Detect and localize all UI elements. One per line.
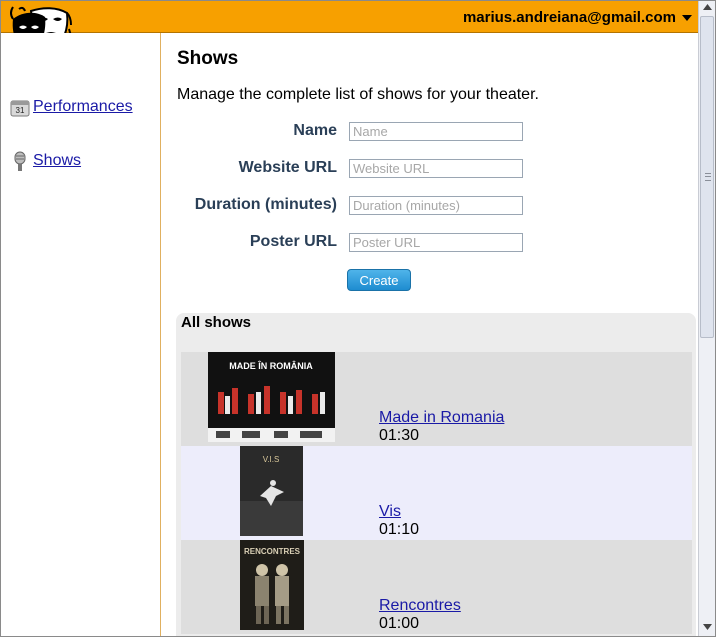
- scrollbar-thumb[interactable]: [700, 16, 714, 338]
- show-name-link[interactable]: Vis: [379, 503, 401, 521]
- show-duration: 01:30: [379, 427, 420, 444]
- sidebar-item-label[interactable]: Shows: [33, 152, 81, 170]
- sidebar: 31 Performances Shows: [1, 33, 161, 636]
- sidebar-item-performances[interactable]: 31 Performances: [10, 97, 133, 117]
- svg-text:RENCONTRES: RENCONTRES: [244, 547, 301, 556]
- browser-viewport: marius.andreiana@gmail.com 31 Performanc…: [0, 0, 716, 637]
- poster-url-label: Poster URL: [249, 233, 337, 250]
- name-label: Name: [293, 122, 337, 139]
- show-name-link[interactable]: Made in Romania: [379, 409, 504, 427]
- name-input[interactable]: [349, 122, 523, 141]
- top-bar: marius.andreiana@gmail.com: [1, 1, 698, 33]
- sidebar-item-label[interactable]: Performances: [33, 98, 133, 116]
- create-button[interactable]: Create: [347, 269, 411, 291]
- show-row: RENCONTRES Rencontres 01:00: [181, 540, 692, 634]
- microphone-icon: [10, 151, 30, 171]
- svg-text:V.I.S: V.I.S: [263, 455, 280, 464]
- duration-label: Duration (minutes): [194, 196, 337, 213]
- svg-text:MADE ÎN ROMÂNIA: MADE ÎN ROMÂNIA: [229, 360, 313, 371]
- show-row: V.I.S Vis 01:10: [181, 446, 692, 540]
- grip-icon: [705, 173, 711, 181]
- main-content: Shows Manage the complete list of shows …: [161, 33, 698, 636]
- account-menu[interactable]: marius.andreiana@gmail.com: [462, 9, 692, 26]
- scroll-down-arrow-icon[interactable]: [699, 621, 715, 635]
- chevron-down-icon: [682, 15, 692, 21]
- scroll-up-arrow-icon[interactable]: [699, 1, 715, 15]
- duration-input[interactable]: [349, 196, 523, 215]
- poster-url-field-row: Poster URL: [161, 233, 698, 255]
- show-row: MADE ÎN ROMÂNIA Made in Romania 01:30: [181, 352, 692, 446]
- all-shows-title: All shows: [181, 314, 252, 331]
- calendar-icon: 31: [10, 97, 30, 117]
- website-url-field-row: Website URL: [161, 159, 698, 181]
- vertical-scrollbar[interactable]: [698, 1, 715, 636]
- page-title: Shows: [177, 48, 239, 69]
- website-url-label: Website URL: [238, 159, 337, 176]
- page-description: Manage the complete list of shows for yo…: [177, 86, 539, 103]
- poster-url-input[interactable]: [349, 233, 523, 252]
- show-duration: 01:10: [379, 521, 420, 538]
- show-poster[interactable]: MADE ÎN ROMÂNIA: [208, 352, 335, 442]
- sidebar-item-shows[interactable]: Shows: [10, 151, 81, 171]
- show-name-link[interactable]: Rencontres: [379, 597, 461, 615]
- show-poster[interactable]: RENCONTRES: [240, 540, 304, 630]
- website-url-input[interactable]: [349, 159, 523, 178]
- show-duration: 01:00: [379, 615, 420, 632]
- name-field-row: Name: [161, 122, 698, 144]
- all-shows-panel: All shows MADE ÎN ROMÂNIA Made in Romani…: [176, 313, 696, 636]
- svg-text:31: 31: [16, 106, 25, 115]
- duration-field-row: Duration (minutes): [161, 196, 698, 218]
- show-poster[interactable]: V.I.S: [240, 446, 303, 536]
- account-email: marius.andreiana@gmail.com: [462, 9, 676, 26]
